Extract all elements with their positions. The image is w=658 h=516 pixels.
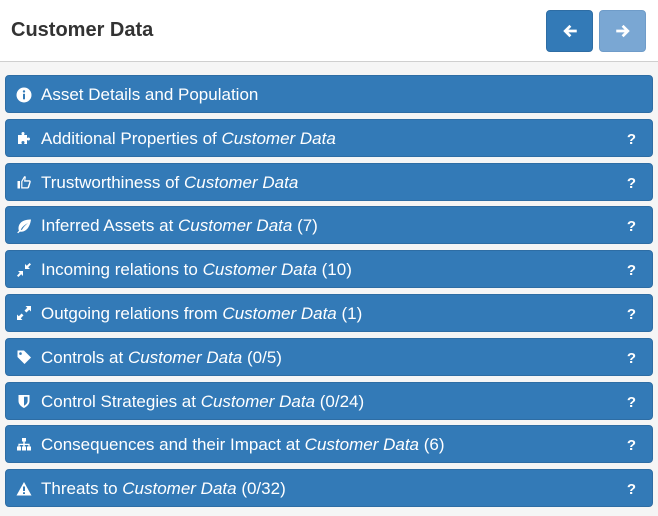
section-asset-details[interactable]: Asset Details and Population	[5, 75, 653, 113]
customer-data-panel: Customer Data Asset Details and Populati…	[0, 0, 658, 516]
tag-icon	[15, 349, 32, 366]
section-outgoing-relations[interactable]: Outgoing relations from Customer Data (1…	[5, 293, 653, 332]
page-title: Customer Data	[11, 19, 154, 41]
section-incoming-relations[interactable]: Incoming relations to Customer Data (10)…	[5, 250, 653, 289]
leaf-icon	[15, 217, 32, 234]
section-control-strategies[interactable]: Control Strategies at Customer Data (0/2…	[5, 381, 653, 420]
section-label: Trustworthiness of Customer Data	[41, 172, 299, 192]
section-additional-properties[interactable]: Additional Properties of Customer Data ?	[5, 118, 653, 157]
section-label: Incoming relations to Customer Data (10)	[41, 260, 352, 280]
shield-icon	[15, 393, 32, 410]
puzzle-piece-icon	[15, 130, 32, 147]
section-trustworthiness[interactable]: Trustworthiness of Customer Data ?	[5, 162, 653, 201]
help-icon[interactable]: ?	[627, 350, 636, 367]
help-icon[interactable]: ?	[627, 394, 636, 411]
help-icon[interactable]: ?	[627, 306, 636, 323]
section-label: Outgoing relations from Customer Data (1…	[41, 303, 363, 323]
arrow-right-icon	[615, 24, 630, 38]
help-icon[interactable]: ?	[627, 131, 636, 148]
compress-arrows-icon	[15, 261, 32, 278]
expand-arrows-icon	[15, 305, 32, 322]
info-circle-icon	[15, 86, 32, 103]
back-button[interactable]	[546, 10, 593, 52]
help-icon[interactable]: ?	[627, 481, 636, 498]
help-icon[interactable]: ?	[627, 437, 636, 454]
help-icon[interactable]: ?	[627, 175, 636, 192]
thumbs-up-icon	[15, 174, 32, 191]
section-label: Asset Details and Population	[41, 85, 259, 104]
section-label: Consequences and their Impact at Custome…	[41, 435, 445, 455]
help-icon[interactable]: ?	[627, 262, 636, 279]
section-consequences[interactable]: Consequences and their Impact at Custome…	[5, 425, 653, 464]
arrow-left-icon	[562, 24, 577, 38]
section-inferred-assets[interactable]: Inferred Assets at Customer Data (7) ?	[5, 206, 653, 245]
section-label: Additional Properties of Customer Data	[41, 128, 336, 148]
section-label: Inferred Assets at Customer Data (7)	[41, 216, 318, 236]
section-threats[interactable]: Threats to Customer Data (0/32) ?	[5, 469, 653, 508]
forward-button[interactable]	[599, 10, 646, 52]
section-label: Threats to Customer Data (0/32)	[41, 479, 286, 499]
section-list: Asset Details and Population Additional …	[5, 75, 653, 513]
section-controls[interactable]: Controls at Customer Data (0/5) ?	[5, 337, 653, 376]
sitemap-icon	[15, 436, 32, 453]
help-icon[interactable]: ?	[627, 218, 636, 235]
section-label: Control Strategies at Customer Data (0/2…	[41, 391, 365, 411]
section-label: Controls at Customer Data (0/5)	[41, 347, 282, 367]
panel-header: Customer Data	[0, 0, 658, 62]
warning-triangle-icon	[15, 480, 32, 497]
